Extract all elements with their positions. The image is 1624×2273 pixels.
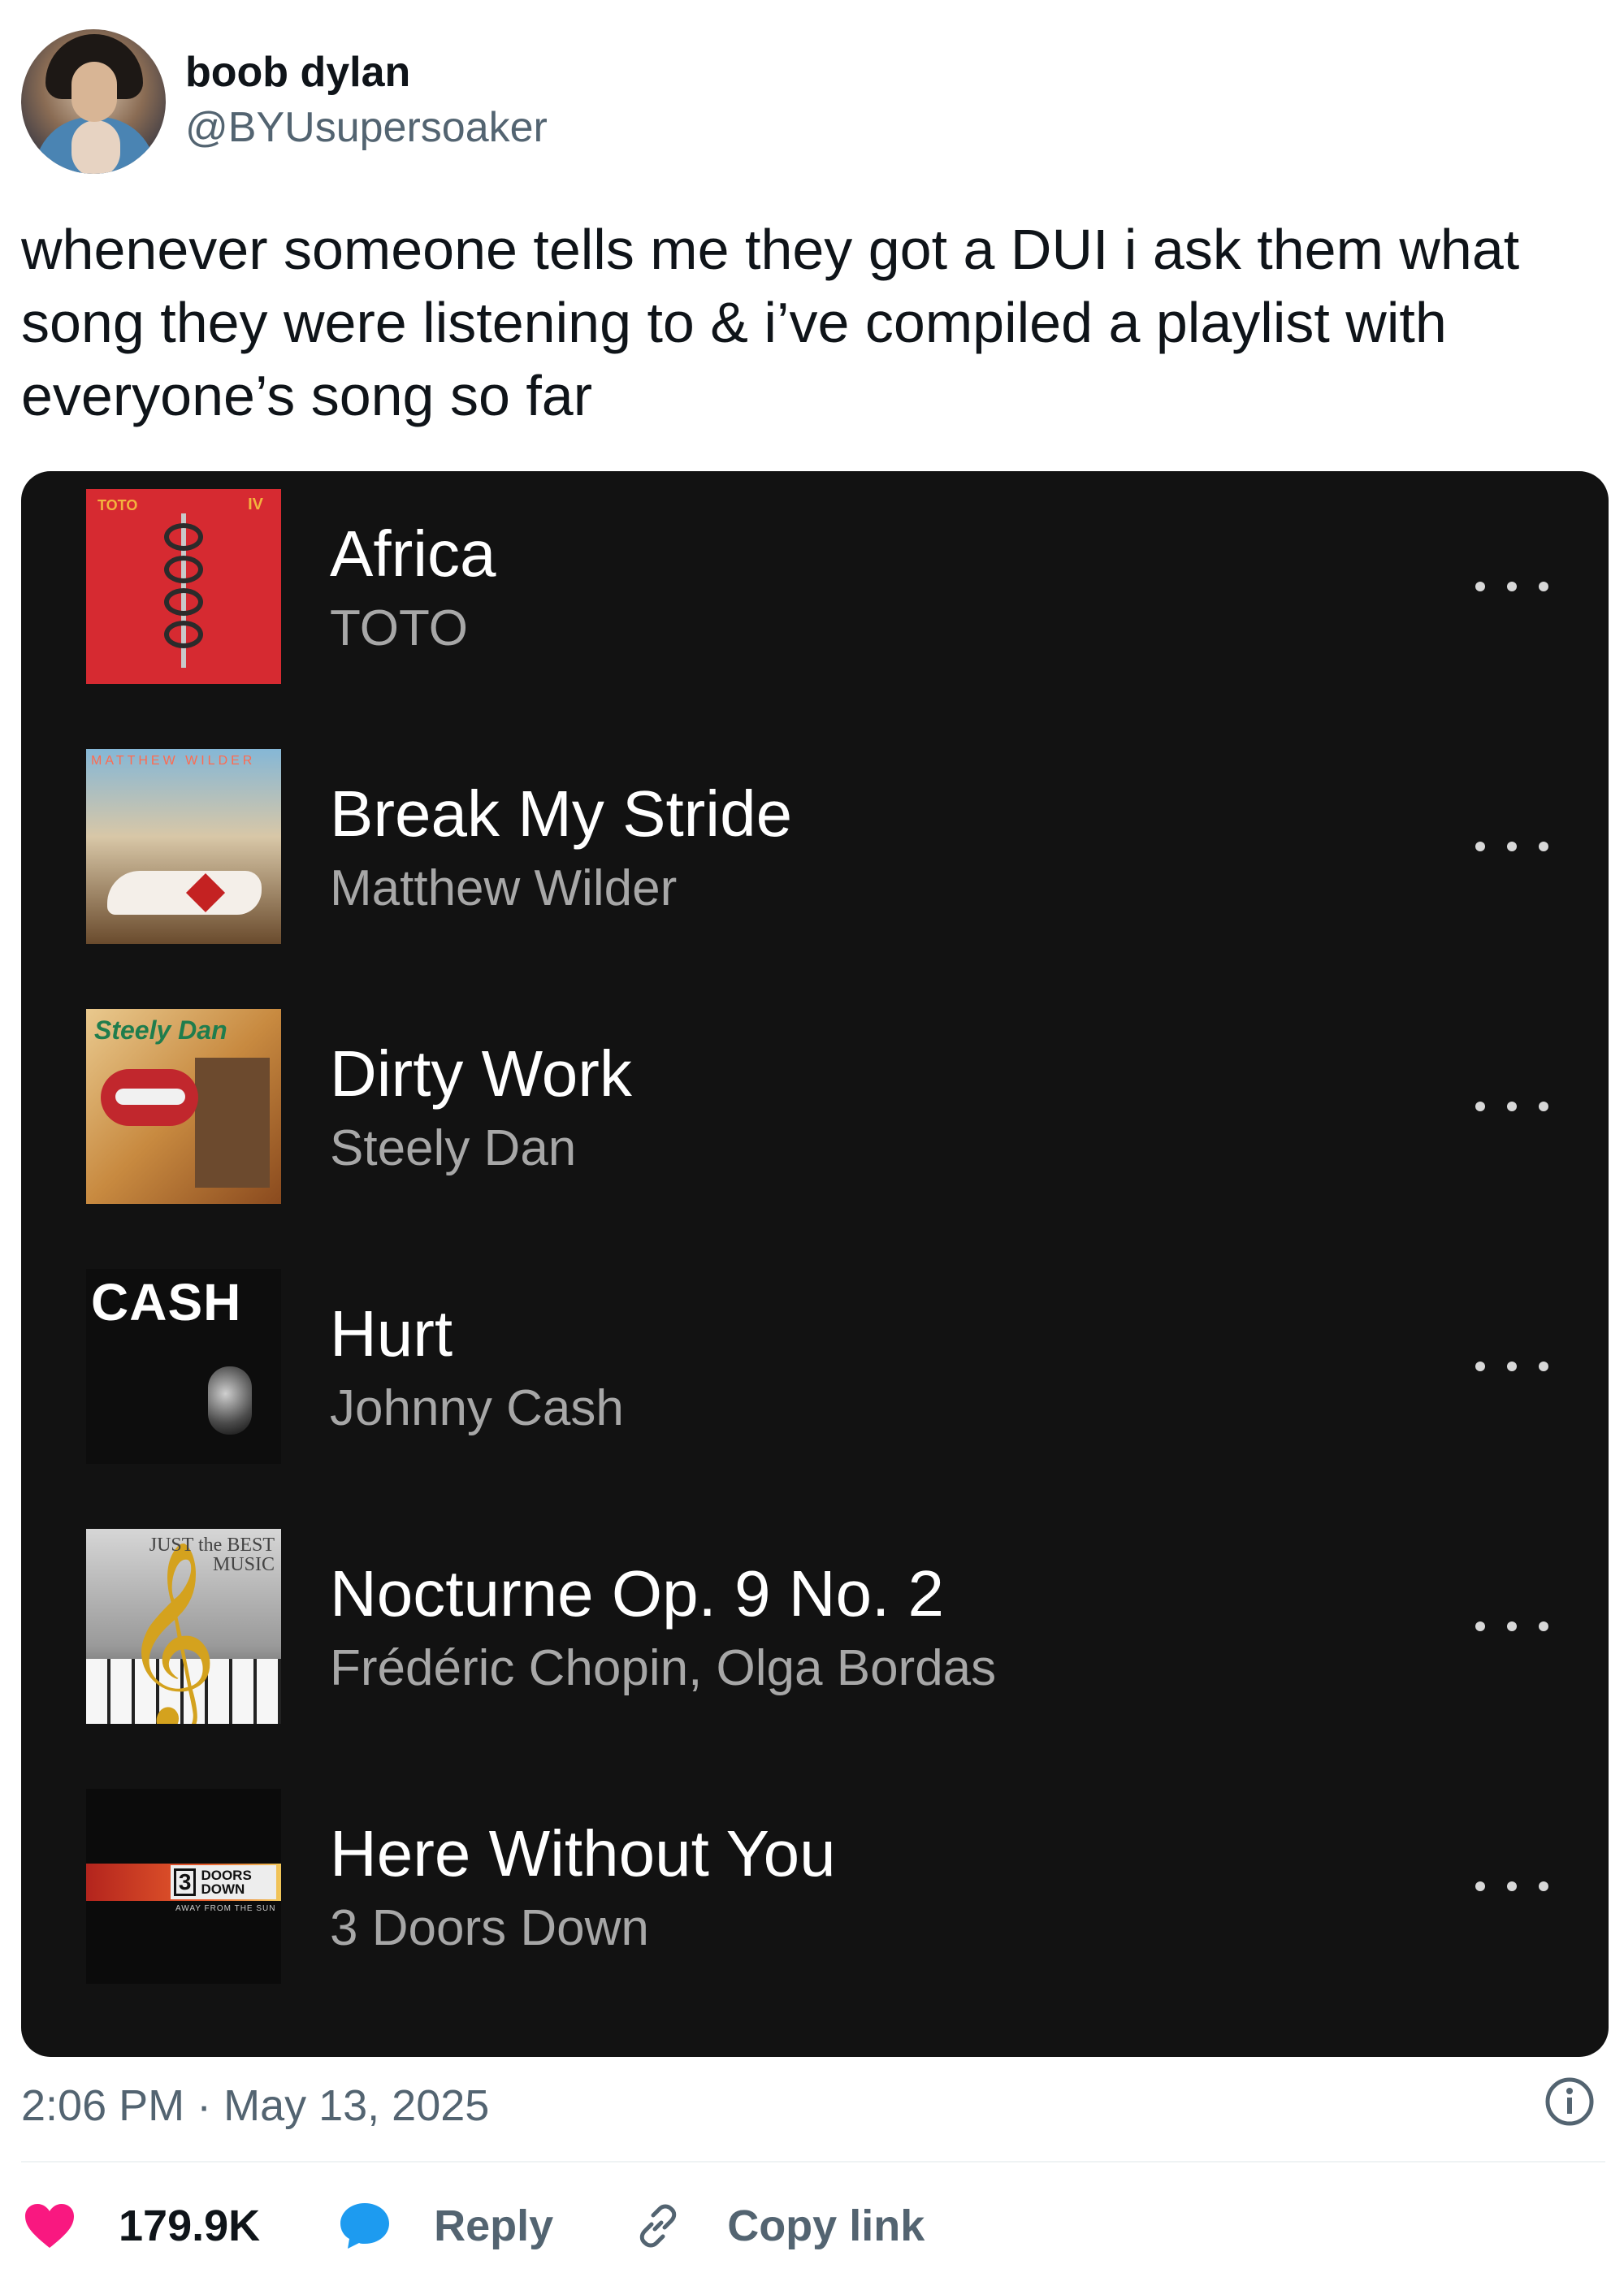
album-art-text: CASH (91, 1273, 242, 1331)
track-title: Here Without You (330, 1817, 836, 1890)
track-artist: Frédéric Chopin, Olga Bordas (330, 1640, 997, 1696)
display-name[interactable]: boob dylan (185, 46, 548, 98)
album-art-text: AWAY FROM THE SUN (175, 1904, 276, 1913)
more-horizontal-icon[interactable] (1475, 1350, 1548, 1383)
track-title: Hurt (330, 1297, 453, 1370)
author-names: boob dylan @BYUsupersoaker (185, 46, 548, 157)
heart-icon (21, 2197, 78, 2254)
more-horizontal-icon[interactable] (1475, 570, 1548, 603)
track-artist: 3 Doors Down (330, 1900, 649, 1956)
tweet-header: boob dylan @BYUsupersoaker (21, 24, 548, 179)
like-count: 179.9K (119, 2202, 261, 2250)
avatar[interactable] (21, 29, 166, 174)
copy-link-label: Copy link (727, 2202, 925, 2250)
album-art-text: DOORS DOWN (201, 1868, 252, 1897)
album-art: 𝄞 JUST the BEST MUSIC (86, 1529, 281, 1724)
album-art: 3 DOORS DOWN AWAY FROM THE SUN (86, 1789, 281, 1984)
track-row[interactable]: 3 DOORS DOWN AWAY FROM THE SUN Here With… (21, 1789, 1609, 1984)
more-horizontal-icon[interactable] (1475, 830, 1548, 863)
speech-bubble-icon (336, 2197, 393, 2254)
info-icon[interactable] (1544, 2076, 1595, 2127)
track-row[interactable]: CASH Hurt Johnny Cash (21, 1269, 1609, 1464)
track-title: Break My Stride (330, 777, 793, 850)
more-horizontal-icon[interactable] (1475, 1610, 1548, 1643)
album-art: Steely Dan (86, 1009, 281, 1204)
album-art-text: MATTHEW WILDER (91, 754, 256, 768)
action-bar: 179.9K Reply Copy link (21, 2193, 1001, 2258)
copy-link-button[interactable]: Copy link (630, 2197, 925, 2254)
link-icon (630, 2197, 686, 2254)
more-horizontal-icon[interactable] (1475, 1870, 1548, 1903)
tweet-timestamp[interactable]: 2:06 PM · May 13, 2025 (21, 2080, 489, 2132)
track-row[interactable]: Steely Dan Dirty Work Steely Dan (21, 1009, 1609, 1204)
album-art-text: 3 (174, 1868, 197, 1896)
track-title: Dirty Work (330, 1037, 632, 1110)
reply-label: Reply (434, 2202, 554, 2250)
reply-button[interactable]: Reply (336, 2197, 553, 2254)
track-artist: TOTO (330, 600, 468, 656)
track-row[interactable]: 𝄞 JUST the BEST MUSIC Nocturne Op. 9 No.… (21, 1529, 1609, 1724)
album-art-text: TOTO (97, 497, 138, 513)
track-row[interactable]: MATTHEW WILDER Break My Stride Matthew W… (21, 749, 1609, 944)
playlist-card[interactable]: TOTO IV Africa TOTO MATTHEW WILDER Break… (21, 471, 1609, 2057)
album-art: MATTHEW WILDER (86, 749, 281, 944)
album-art: TOTO IV (86, 489, 281, 684)
track-artist: Matthew Wilder (330, 860, 678, 916)
divider (21, 2161, 1605, 2163)
tweet-text: whenever someone tells me they got a DUI… (21, 218, 1520, 427)
track-artist: Steely Dan (330, 1120, 577, 1176)
album-art-text: Steely Dan (94, 1015, 227, 1045)
track-row[interactable]: TOTO IV Africa TOTO (21, 489, 1609, 684)
track-title: Africa (330, 517, 496, 590)
handle[interactable]: @BYUsupersoaker (185, 98, 548, 157)
track-title: Nocturne Op. 9 No. 2 (330, 1557, 944, 1630)
album-art-text: JUST the BEST MUSIC (149, 1535, 275, 1575)
album-art: CASH (86, 1269, 281, 1464)
track-artist: Johnny Cash (330, 1380, 624, 1436)
like-button[interactable]: 179.9K (21, 2197, 260, 2254)
more-horizontal-icon[interactable] (1475, 1090, 1548, 1123)
album-art-text: IV (248, 496, 263, 513)
